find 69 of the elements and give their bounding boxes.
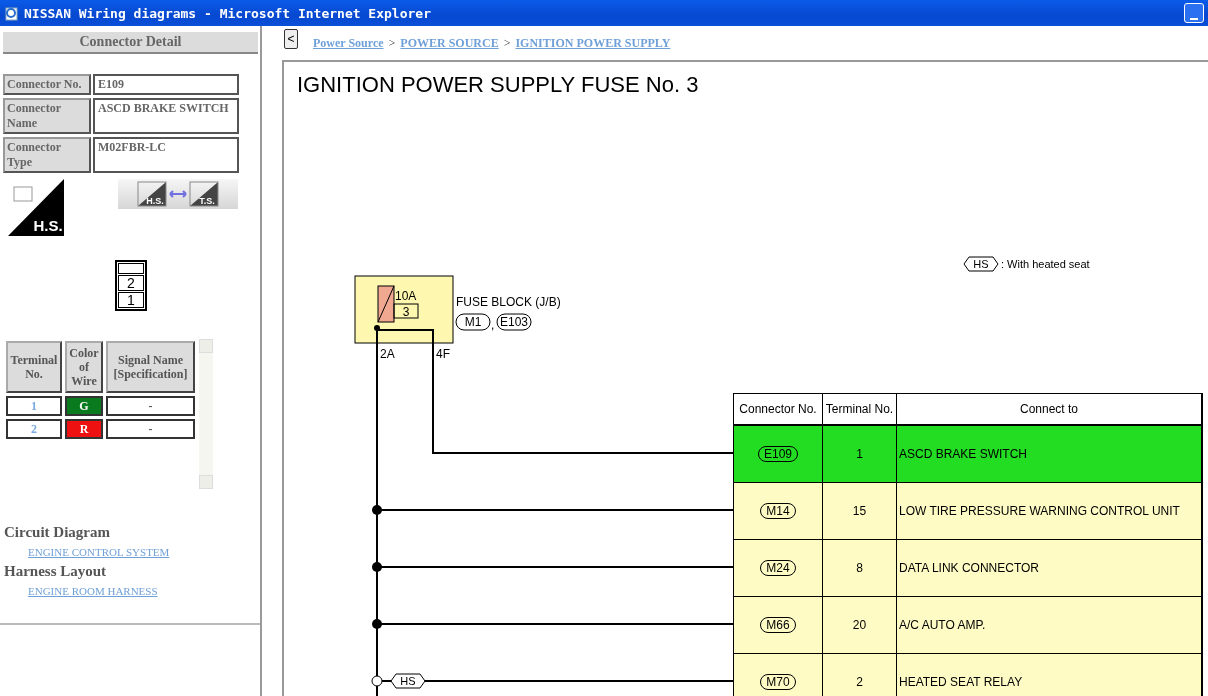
breadcrumb-separator: > <box>503 35 511 51</box>
window-title: NISSAN Wiring diagrams - Microsoft Internet Explorer <box>24 5 432 21</box>
minimize-icon <box>1190 16 1198 22</box>
wire-color-cell: R <box>65 419 103 439</box>
junction-dot <box>372 505 382 515</box>
terminal-cell[interactable]: 2 <box>6 419 62 439</box>
terminal-cell: 1 <box>823 426 897 483</box>
browser-icon <box>4 5 20 21</box>
terminal-number: 1 <box>118 292 144 308</box>
connector-tag: M1 <box>455 313 491 331</box>
section-link[interactable]: ENGINE CONTROL SYSTEM <box>28 542 170 562</box>
field-label: Connector No. <box>3 74 91 95</box>
connect-to-cell: DATA LINK CONNECTOR <box>897 540 1202 597</box>
terminal-cell: 20 <box>823 597 897 654</box>
section-link[interactable]: ENGINE ROOM HARNESS <box>28 581 158 601</box>
junction-dot <box>374 325 380 331</box>
signal-cell: - <box>106 396 195 416</box>
field-value: E109 <box>93 74 239 95</box>
column-header: Color of Wire <box>65 341 103 393</box>
option-symbol: HS <box>390 673 426 689</box>
field-label: Connector Name <box>3 98 91 134</box>
terminal-cell: 2 <box>823 654 897 696</box>
connect-to-cell: HEATED SEAT RELAY <box>897 654 1202 696</box>
field-value: M02FBR-LC <box>93 137 239 173</box>
connect-to-cell: LOW TIRE PRESSURE WARNING CONTROL UNIT <box>897 483 1202 540</box>
terminal-number: 2 <box>118 275 144 291</box>
comma: , <box>491 318 495 332</box>
connector-slot <box>118 263 144 274</box>
column-header: Terminal No. <box>6 341 62 393</box>
open-junction <box>371 675 383 687</box>
junction-dot <box>372 619 382 629</box>
terminal-cell: 15 <box>823 483 897 540</box>
fuse-number: 3 <box>393 303 419 319</box>
pin-label: 2A <box>380 347 395 361</box>
signal-cell: - <box>106 419 195 439</box>
junction-dot <box>372 562 382 572</box>
breadcrumb-link[interactable]: POWER SOURCE <box>400 35 499 51</box>
harness-side-icon: H.S. <box>8 179 64 236</box>
view-toggle-button[interactable]: H.S. T.S. <box>118 179 238 209</box>
connector-tag: E103 <box>496 313 532 331</box>
field-label: Connector Type <box>3 137 91 173</box>
connector-cell: M66 <box>734 597 823 654</box>
fuse-icon <box>377 285 395 323</box>
connector-cell: E109 <box>734 426 823 483</box>
section-heading: Circuit Diagram <box>4 523 111 542</box>
option-symbol: HS <box>963 256 999 272</box>
legend-text: : With heated seat <box>1001 258 1090 270</box>
terminal-cell[interactable]: 1 <box>6 396 62 416</box>
field-value: ASCD BRAKE SWITCH <box>93 98 239 134</box>
back-button[interactable]: < <box>284 29 298 49</box>
connector-cell: M14 <box>734 483 823 540</box>
fuse-rating: 10A <box>395 289 417 303</box>
connector-cell: M24 <box>734 540 823 597</box>
pin-label: 4F <box>436 347 450 361</box>
fuse-block-name: FUSE BLOCK (J/B) <box>456 295 561 309</box>
panel-heading: Connector Detail <box>3 32 258 54</box>
breadcrumb-link[interactable]: IGNITION POWER SUPPLY <box>515 35 671 51</box>
diagram-title: IGNITION POWER SUPPLY FUSE No. 3 <box>297 72 699 98</box>
breadcrumb-separator: > <box>388 35 396 51</box>
column-header: Signal Name [Specification] <box>106 341 195 393</box>
connector-cell: M70 <box>734 654 823 696</box>
wire-color-cell: G <box>65 396 103 416</box>
minimize-button[interactable] <box>1184 3 1204 23</box>
scrollbar[interactable] <box>199 339 213 489</box>
terminal-cell: 8 <box>823 540 897 597</box>
connect-to-cell: A/C AUTO AMP. <box>897 597 1202 654</box>
breadcrumb-link[interactable]: Power Source <box>313 35 384 51</box>
section-heading: Harness Layout <box>4 562 108 581</box>
connect-to-cell: ASCD BRAKE SWITCH <box>897 426 1202 483</box>
